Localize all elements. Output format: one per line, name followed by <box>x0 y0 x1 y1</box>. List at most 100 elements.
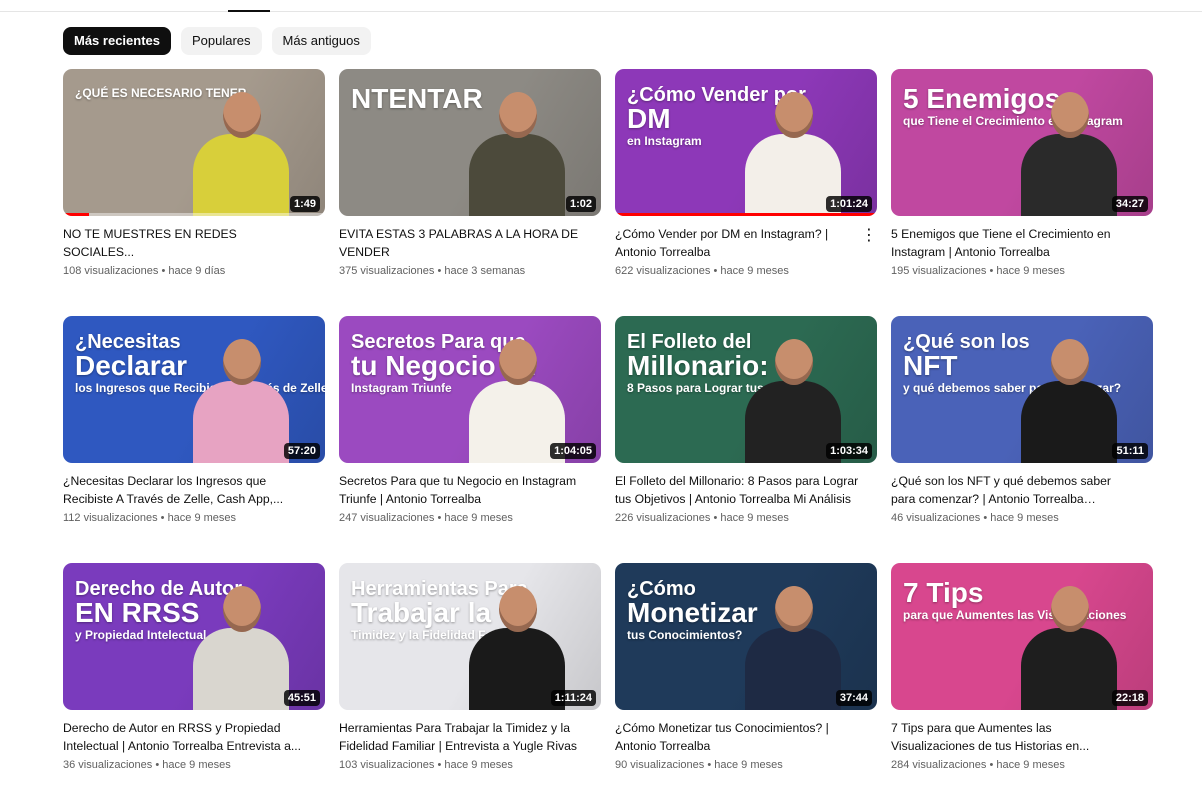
video-card[interactable]: Secretos Para que tu Negocio en Instagram … <box>339 316 601 563</box>
duration-badge: 1:02 <box>565 196 596 212</box>
duration-badge: 1:01:24 <box>826 196 872 212</box>
presenter-head <box>1051 92 1089 138</box>
view-count: 108 visualizaciones <box>63 265 159 277</box>
top-divider <box>0 11 1202 12</box>
view-count: 46 visualizaciones <box>891 512 981 524</box>
video-thumbnail[interactable]: 5 Enemigos que Tiene el Crecimiento en In… <box>891 69 1153 216</box>
video-title[interactable]: NO TE MUESTRES EN REDES SOCIALES... <box>63 226 325 261</box>
presenter-head <box>223 586 261 632</box>
video-title[interactable]: ¿Cómo Monetizar tus Conocimientos? | Ant… <box>615 720 877 755</box>
view-count: 103 visualizaciones <box>339 759 435 771</box>
video-meta: 284 visualizaciones • hace 9 meses <box>891 759 1153 771</box>
video-title[interactable]: ¿Qué son los NFT y qué debemos saber par… <box>891 473 1153 508</box>
presenter-head <box>1051 339 1089 385</box>
filter-chip-recent[interactable]: Más recientes <box>63 27 171 55</box>
watch-progress-fill <box>615 213 877 216</box>
sort-filter-bar: Más recientes Populares Más antiguos <box>63 27 371 55</box>
upload-age: hace 9 meses <box>720 265 789 277</box>
watch-progress-fill <box>63 213 90 216</box>
upload-age: hace 9 meses <box>990 512 1059 524</box>
video-thumbnail[interactable]: 7 Tips para que Aumentes las Visualizacio… <box>891 563 1153 710</box>
video-title[interactable]: ¿Necesitas Declarar los Ingresos que Rec… <box>63 473 325 508</box>
upload-age: hace 9 meses <box>444 759 513 771</box>
filter-chip-popular[interactable]: Populares <box>181 27 262 55</box>
video-meta: 226 visualizaciones • hace 9 meses <box>615 512 877 524</box>
duration-badge: 1:49 <box>289 196 320 212</box>
presenter-head <box>775 92 813 138</box>
video-thumbnail[interactable]: Derecho de Autor EN RRSS y Propiedad Intel… <box>63 563 325 710</box>
presenter-head <box>775 586 813 632</box>
presenter-head <box>499 339 537 385</box>
duration-badge: 51:11 <box>1112 443 1148 459</box>
video-meta: 46 visualizaciones • hace 9 meses <box>891 512 1153 524</box>
watch-progress-bar <box>615 213 877 216</box>
video-meta: 112 visualizaciones • hace 9 meses <box>63 512 325 524</box>
video-thumbnail[interactable]: Secretos Para que tu Negocio en Instagram … <box>339 316 601 463</box>
video-thumbnail[interactable]: El Folleto del Millonario: 8 Pasos para Lo… <box>615 316 877 463</box>
presenter-head <box>223 92 261 138</box>
duration-badge: 1:03:34 <box>826 443 872 459</box>
video-title[interactable]: El Folleto del Millonario: 8 Pasos para … <box>615 473 877 508</box>
video-thumbnail[interactable]: ¿Qué son los NFT y qué debemos saber para … <box>891 316 1153 463</box>
video-title[interactable]: EVITA ESTAS 3 PALABRAS A LA HORA DE VEND… <box>339 226 601 261</box>
video-card[interactable]: 5 Enemigos que Tiene el Crecimiento en In… <box>891 69 1153 316</box>
upload-age: hace 9 meses <box>162 759 231 771</box>
video-thumbnail[interactable]: ¿QUÉ ES NECESARIO TENER 1:49 <box>63 69 325 216</box>
upload-age: hace 9 meses <box>714 759 783 771</box>
video-title[interactable]: 5 Enemigos que Tiene el Crecimiento en I… <box>891 226 1153 261</box>
video-card[interactable]: NTENTAR 1:02 EVITA ESTAS 3 PALABRAS A LA… <box>339 69 601 316</box>
upload-age: hace 9 meses <box>167 512 237 524</box>
video-card[interactable]: ¿QUÉ ES NECESARIO TENER 1:49 NO TE MUEST… <box>63 69 325 316</box>
video-card[interactable]: Herramientas Para Trabajar la Timidez y la… <box>339 563 601 810</box>
presenter-figure <box>745 586 841 710</box>
video-card[interactable]: ¿Qué son los NFT y qué debemos saber para … <box>891 316 1153 563</box>
video-thumbnail[interactable]: ¿Cómo Vender por DM en Instagram 1:01:24 <box>615 69 877 216</box>
video-title[interactable]: Herramientas Para Trabajar la Timidez y … <box>339 720 601 755</box>
video-meta: 103 visualizaciones • hace 9 meses <box>339 759 601 771</box>
video-title[interactable]: 7 Tips para que Aumentes las Visualizaci… <box>891 720 1153 755</box>
view-count: 247 visualizaciones <box>339 512 435 524</box>
view-count: 622 visualizaciones <box>615 265 711 277</box>
video-thumbnail[interactable]: Herramientas Para Trabajar la Timidez y la… <box>339 563 601 710</box>
presenter-figure <box>193 92 289 216</box>
active-tab-indicator <box>228 10 270 12</box>
presenter-body <box>1021 628 1117 710</box>
video-thumbnail[interactable]: NTENTAR 1:02 <box>339 69 601 216</box>
video-card[interactable]: ¿Cómo Vender por DM en Instagram 1:01:24 ¿… <box>615 69 877 316</box>
video-card[interactable]: ¿Cómo Monetizar tus Conocimientos? 37:44 ¿… <box>615 563 877 810</box>
view-count: 284 visualizaciones <box>891 759 987 771</box>
duration-badge: 34:27 <box>1111 196 1148 212</box>
presenter-head <box>1051 586 1089 632</box>
upload-age: hace 9 meses <box>996 759 1065 771</box>
presenter-body <box>745 628 841 710</box>
video-title[interactable]: ¿Cómo Vender por DM en Instagram? | Anto… <box>615 226 877 261</box>
video-thumbnail[interactable]: ¿Necesitas Declarar los Ingresos que Recib… <box>63 316 325 463</box>
video-card[interactable]: El Folleto del Millonario: 8 Pasos para Lo… <box>615 316 877 563</box>
presenter-head <box>223 339 261 385</box>
presenter-figure <box>193 339 289 463</box>
video-card[interactable]: ¿Necesitas Declarar los Ingresos que Recib… <box>63 316 325 563</box>
upload-age: hace 3 semanas <box>444 265 526 277</box>
view-count: 36 visualizaciones <box>63 759 153 771</box>
presenter-body <box>193 381 289 463</box>
duration-badge: 37:44 <box>835 690 872 706</box>
presenter-body <box>193 628 289 710</box>
video-meta: 36 visualizaciones • hace 9 meses <box>63 759 325 771</box>
presenter-body <box>1021 381 1117 463</box>
more-actions-icon[interactable]: ⋮ <box>861 226 877 246</box>
video-meta: 375 visualizaciones • hace 3 semanas <box>339 265 601 277</box>
filter-chip-oldest[interactable]: Más antiguos <box>271 27 371 55</box>
video-card[interactable]: 7 Tips para que Aumentes las Visualizacio… <box>891 563 1153 810</box>
presenter-body <box>193 134 289 216</box>
watch-progress-bar <box>63 213 325 216</box>
video-title[interactable]: Derecho de Autor en RRSS y Propiedad Int… <box>63 720 325 755</box>
view-count: 375 visualizaciones <box>339 265 435 277</box>
upload-age: hace 9 meses <box>720 512 789 524</box>
video-meta: 622 visualizaciones • hace 9 meses <box>615 265 877 277</box>
duration-badge: 1:11:24 <box>550 690 596 706</box>
presenter-figure <box>1021 92 1117 216</box>
presenter-body <box>469 134 565 216</box>
video-card[interactable]: Derecho de Autor EN RRSS y Propiedad Intel… <box>63 563 325 810</box>
video-thumbnail[interactable]: ¿Cómo Monetizar tus Conocimientos? 37:44 <box>615 563 877 710</box>
video-title[interactable]: Secretos Para que tu Negocio en Instagra… <box>339 473 601 508</box>
